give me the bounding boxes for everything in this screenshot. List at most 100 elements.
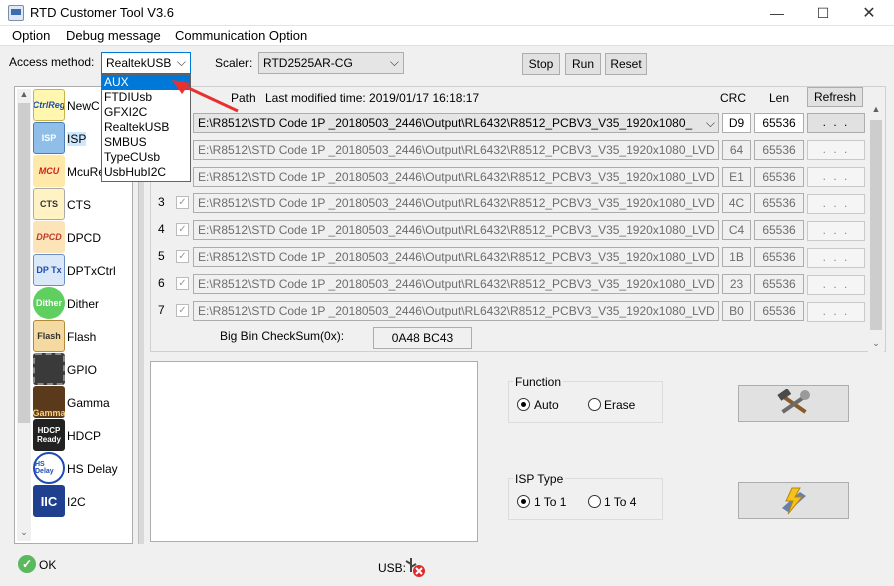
dropdown-option-usbhubi2c[interactable]: UsbHubI2C [102, 165, 190, 180]
path-field[interactable]: E:\R8512\STD Code 1P _20180503_2446\Outp… [193, 301, 719, 321]
flash-icon: Flash [33, 320, 65, 352]
browse-button[interactable]: . . . [807, 167, 865, 187]
len-value: 65536 [754, 220, 804, 240]
gamma-icon: Gamma [33, 386, 65, 418]
menu-communication-option[interactable]: Communication Option [175, 28, 307, 43]
browse-button[interactable]: . . . [807, 221, 865, 241]
dropdown-option-typecusb[interactable]: TypeCUsb [102, 150, 190, 165]
path-field[interactable]: E:\R8512\STD Code 1P _20180503_2446\Outp… [193, 140, 719, 160]
path-field[interactable]: E:\R8512\STD Code 1P _20180503_2446\Outp… [193, 167, 719, 187]
row-checkbox[interactable]: ✓ [176, 223, 189, 236]
len-header: Len [769, 91, 790, 105]
path-field[interactable]: E:\R8512\STD Code 1P _20180503_2446\Outp… [193, 274, 719, 294]
len-value: 65536 [754, 247, 804, 267]
row-checkbox[interactable]: ✓ [176, 304, 189, 317]
checksum-value: 0A48 BC43 [373, 327, 472, 349]
row-checkbox[interactable]: ✓ [176, 250, 189, 263]
nav-item-cts[interactable]: CTS CTS [33, 188, 132, 221]
run-button[interactable]: Run [565, 53, 601, 75]
refresh-button[interactable]: Refresh [807, 87, 863, 107]
scroll-thumb[interactable] [18, 103, 30, 423]
nav-label: GPIO [67, 363, 98, 377]
stop-button[interactable]: Stop [522, 53, 560, 75]
window-title: RTD Customer Tool V3.6 [30, 5, 175, 20]
path-field[interactable]: E:\R8512\STD Code 1P _20180503_2446\Outp… [193, 247, 719, 267]
browse-button[interactable]: . . . [807, 248, 865, 268]
menu-debug-message[interactable]: Debug message [66, 28, 161, 43]
dropdown-option-realtekusb[interactable]: RealtekUSB [102, 120, 190, 135]
flash-write-button[interactable] [738, 482, 849, 519]
path-select[interactable]: E:\R8512\STD Code 1P _20180503_2446\Outp… [193, 113, 719, 133]
erase-label: Erase [604, 398, 636, 412]
path-field[interactable]: E:\R8512\STD Code 1P _20180503_2446\Outp… [193, 220, 719, 240]
menu-option[interactable]: Option [12, 28, 50, 43]
nav-item-gamma[interactable]: Gamma Gamma [33, 386, 132, 419]
browse-button[interactable]: . . . [807, 140, 865, 160]
scaler-select[interactable]: RTD2525AR-CG ⌵ [258, 52, 404, 74]
nav-label: Dither [67, 297, 100, 311]
scaler-value: RTD2525AR-CG [263, 56, 353, 70]
nav-label: HS Delay [67, 462, 118, 476]
path-value: E:\R8512\STD Code 1P _20180503_2446\Outp… [198, 143, 715, 157]
browse-button[interactable]: . . . [807, 113, 865, 133]
grid-scrollbar[interactable]: ▲ ⌄ [868, 104, 884, 354]
nav-item-dither[interactable]: Dither Dither [33, 287, 132, 320]
close-button[interactable]: ✕ [846, 0, 892, 26]
ok-status-label: OK [39, 558, 57, 572]
nav-item-dptxctrl[interactable]: DP Tx DPTxCtrl [33, 254, 132, 287]
nav-label: Flash [67, 330, 97, 344]
row-checkbox[interactable]: ✓ [176, 277, 189, 290]
browse-button[interactable]: . . . [807, 275, 865, 295]
nav-item-i2c[interactable]: IIC I2C [33, 485, 132, 518]
scroll-up-icon[interactable]: ▲ [17, 89, 31, 103]
minimize-button[interactable]: — [754, 0, 800, 26]
path-value: E:\R8512\STD Code 1P _20180503_2446\Outp… [198, 116, 693, 130]
crc-value: D9 [722, 113, 751, 133]
reset-button[interactable]: Reset [605, 53, 647, 75]
crc-value: E1 [722, 167, 751, 187]
usb-status-label: USB: [378, 561, 407, 575]
one-to-four-radio[interactable] [588, 495, 601, 508]
gpio-chip-icon [33, 353, 65, 385]
path-value: E:\R8512\STD Code 1P _20180503_2446\Outp… [198, 277, 715, 291]
len-value: 65536 [754, 193, 804, 213]
scroll-up-icon[interactable]: ▲ [868, 104, 884, 120]
nav-item-gpio[interactable]: GPIO [33, 353, 132, 386]
crc-value: 4C [722, 193, 751, 213]
browse-button[interactable]: . . . [807, 194, 865, 214]
row-number: 3 [158, 195, 165, 209]
log-output[interactable] [150, 361, 478, 542]
erase-radio[interactable] [588, 398, 601, 411]
auto-radio[interactable] [517, 398, 530, 411]
nav-label: CTS [67, 198, 91, 212]
nav-item-flash[interactable]: Flash Flash [33, 320, 132, 353]
scroll-down-icon[interactable]: ⌄ [868, 338, 884, 354]
scroll-down-icon[interactable]: ⌄ [17, 527, 31, 541]
dptx-icon: DP Tx [33, 254, 65, 286]
scroll-thumb[interactable] [870, 120, 882, 330]
row-number: 6 [158, 276, 165, 290]
access-method-select[interactable]: RealtekUSB ⌵ [101, 52, 191, 74]
dropdown-option-smbus[interactable]: SMBUS [102, 135, 190, 150]
browse-button[interactable]: . . . [807, 302, 865, 322]
maximize-button[interactable]: ☐ [800, 0, 846, 26]
function-title: Function [513, 375, 564, 389]
hsdelay-icon: HS Delay [33, 452, 65, 484]
module-list-scrollbar[interactable]: ▲ ⌄ [17, 89, 31, 541]
nav-item-dpcd[interactable]: DPCD DPCD [33, 221, 132, 254]
row-checkbox[interactable]: ✓ [176, 196, 189, 209]
program-button[interactable] [738, 385, 849, 422]
one-to-one-radio[interactable] [517, 495, 530, 508]
len-value: 65536 [754, 167, 804, 187]
dpcd-icon: DPCD [33, 221, 65, 253]
ok-status-icon: ✓ [18, 555, 36, 573]
path-value: E:\R8512\STD Code 1P _20180503_2446\Outp… [198, 223, 715, 237]
path-field[interactable]: E:\R8512\STD Code 1P _20180503_2446\Outp… [193, 193, 719, 213]
path-value: E:\R8512\STD Code 1P _20180503_2446\Outp… [198, 196, 715, 210]
len-value: 65536 [754, 274, 804, 294]
path-value: E:\R8512\STD Code 1P _20180503_2446\Outp… [198, 170, 715, 184]
nav-item-hsdelay[interactable]: HS Delay HS Delay [33, 452, 132, 485]
nav-item-hdcp[interactable]: HDCP Ready HDCP [33, 419, 132, 452]
crc-header: CRC [720, 91, 746, 105]
cts-icon: CTS [33, 188, 65, 220]
